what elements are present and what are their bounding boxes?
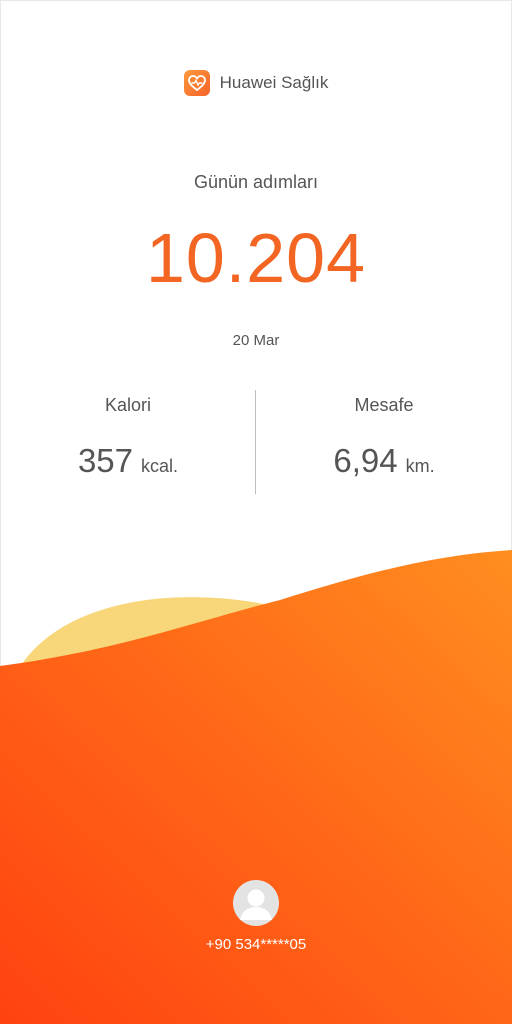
user-info: +90 534*****05 xyxy=(0,880,512,953)
app-header: Huawei Sağlık xyxy=(0,70,512,96)
calories-value-row: 357 kcal. xyxy=(0,442,256,480)
steps-label: Günün adımları xyxy=(193,172,319,192)
distance-stat: Mesafe 6,94 km. xyxy=(256,388,512,480)
distance-unit: km. xyxy=(405,456,435,476)
heart-health-icon xyxy=(183,70,210,96)
user-avatar-icon[interactable] xyxy=(233,880,279,926)
calories-label: Kalori xyxy=(104,395,152,415)
distance-label: Mesafe xyxy=(354,395,414,415)
steps-value: 10.204 xyxy=(145,219,367,297)
calories-stat: Kalori 357 kcal. xyxy=(0,388,256,480)
distance-value-row: 6,94 km. xyxy=(256,442,512,480)
stats-panel: Kalori 357 kcal. Mesafe 6,94 km. xyxy=(0,388,512,494)
app-name: Huawei Sağlık xyxy=(219,73,329,92)
calories-value: 357 xyxy=(77,442,134,479)
date-label: 20 Mar xyxy=(232,332,280,349)
distance-value: 6,94 xyxy=(333,442,398,479)
user-phone: +90 534*****05 xyxy=(205,936,307,953)
calories-unit: kcal. xyxy=(141,456,179,476)
